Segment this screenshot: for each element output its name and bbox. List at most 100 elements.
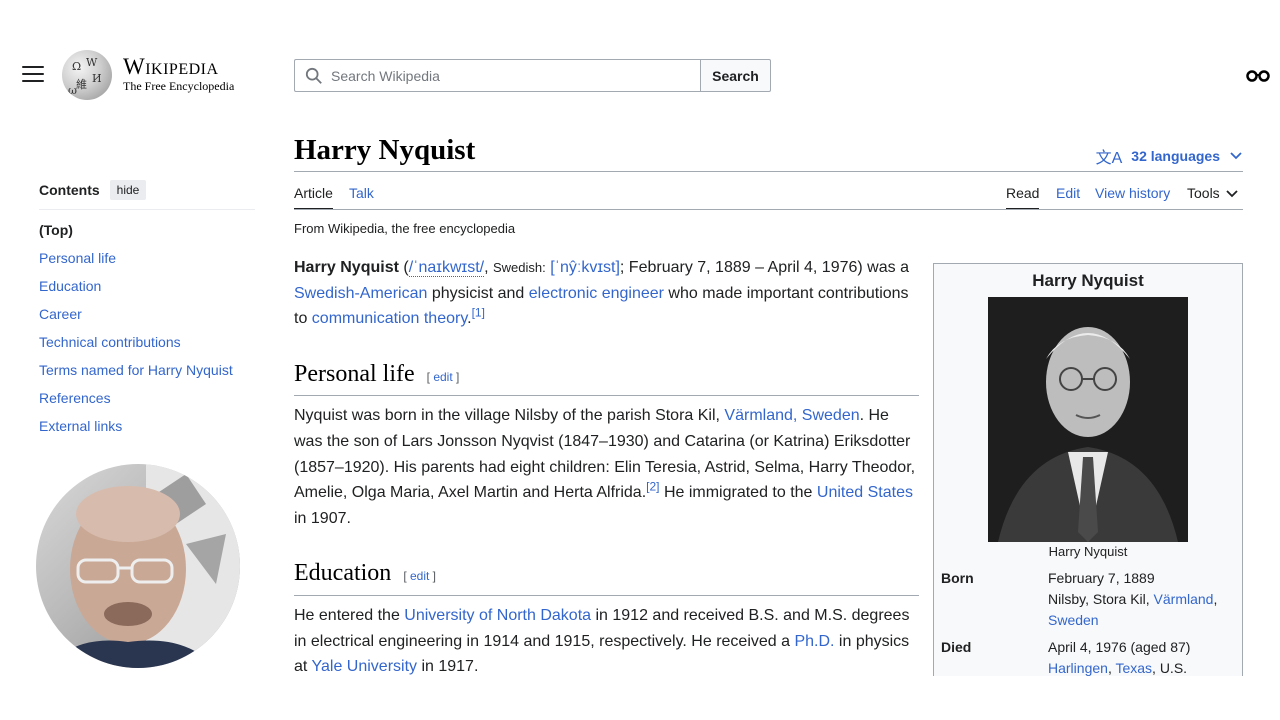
swedish-label: Swedish: [493, 260, 546, 275]
edit-section-personal-life[interactable]: [ edit ] [427, 365, 460, 391]
presenter-face-image [46, 464, 240, 668]
died-date: April 4, 1976 (aged 87) [1048, 639, 1191, 655]
toc-item-references[interactable]: References [39, 389, 255, 417]
tab-article[interactable]: Article [294, 185, 333, 210]
infobox-title: Harry Nyquist [1032, 271, 1144, 290]
died-value: April 4, 1976 (aged 87) Harlingen, Texas… [1048, 637, 1237, 676]
link-swedish-american[interactable]: Swedish-American [294, 285, 427, 302]
subject-name: Harry Nyquist [294, 259, 399, 276]
text: ; February 7, 1889 – April 4, 1976) was … [619, 259, 909, 276]
text: , U.S. [1152, 660, 1188, 676]
chevron-down-icon [1230, 152, 1242, 160]
born-label: Born [941, 570, 974, 586]
toc-item-technical-contributions[interactable]: Technical contributions [39, 333, 255, 361]
ipa-swedish-link[interactable]: [ˈnŷːkvɪst] [550, 259, 620, 276]
text: , [484, 259, 493, 276]
toc-item-career[interactable]: Career [39, 305, 255, 333]
toc-item-education[interactable]: Education [39, 277, 255, 305]
personal-life-paragraph: Nyquist was born in the village Nilsby o… [294, 403, 919, 531]
link-sweden[interactable]: Sweden [1048, 612, 1099, 628]
toc-title: Contents [39, 182, 100, 198]
page-tabs: Article Talk Read Edit View history Tool… [294, 184, 1243, 210]
text: in 1917. [417, 658, 479, 676]
reference-1[interactable]: [1] [472, 306, 485, 320]
portrait-photo [988, 297, 1188, 542]
languages-button[interactable]: 文A 32 languages [1096, 144, 1242, 168]
search-field[interactable] [294, 59, 700, 92]
portrait-image[interactable] [988, 297, 1188, 542]
tab-view-history[interactable]: View history [1095, 185, 1170, 210]
search-icon [305, 67, 322, 84]
died-label: Died [941, 639, 972, 655]
education-paragraph: He entered the University of North Dakot… [294, 603, 919, 676]
wikipedia-wordmark[interactable]: Wikipedia The Free Encyclopedia [123, 54, 235, 94]
tab-talk[interactable]: Talk [349, 185, 374, 210]
section-personal-life-heading: Personal life [ edit ] [294, 360, 919, 397]
tab-read[interactable]: Read [1006, 185, 1040, 210]
text: He immigrated to the [659, 484, 817, 502]
toc-item-external-links[interactable]: External links [39, 417, 255, 445]
infobox-row-died: Died April 4, 1976 (aged 87) Harlingen, … [941, 637, 1237, 676]
text: in 1907. [294, 509, 351, 527]
tab-edit[interactable]: Edit [1056, 185, 1080, 210]
link-phd[interactable]: Ph.D. [794, 633, 834, 650]
link-electronic-engineer[interactable]: electronic engineer [529, 285, 664, 302]
search-input[interactable] [331, 67, 691, 84]
edit-section-education[interactable]: [ edit ] [403, 564, 436, 590]
webcam-overlay [36, 464, 240, 668]
text: , [1213, 591, 1218, 607]
link-yale-university[interactable]: Yale University [312, 658, 418, 675]
toc-item-terms-named[interactable]: Terms named for Harry Nyquist [39, 361, 255, 389]
title-divider [294, 171, 1243, 172]
heading-personal-life: Personal life [294, 360, 415, 387]
born-date: February 7, 1889 [1048, 570, 1155, 586]
born-value: February 7, 1889 Nilsby, Stora Kil, Värm… [1048, 568, 1237, 631]
edit-link[interactable]: edit [410, 569, 429, 583]
chevron-down-icon [1226, 190, 1238, 198]
search-button[interactable]: Search [700, 59, 771, 92]
reference-2[interactable]: [2] [646, 480, 659, 494]
ipa-link[interactable]: /ˈnaɪkwɪst/ [408, 259, 485, 277]
link-varmland-sweden[interactable]: Värmland, Sweden [724, 407, 859, 424]
tools-menu[interactable]: Tools [1187, 185, 1238, 210]
text: Nilsby, Stora Kil, [1048, 591, 1154, 607]
main-menu-button[interactable] [22, 66, 44, 84]
toc-hide-button[interactable]: hide [109, 180, 147, 200]
search-form: Search [294, 59, 771, 92]
article-body: Harry Nyquist (/ˈnaɪkwɪst/, Swedish: [ˈn… [294, 255, 919, 676]
link-communication-theory[interactable]: communication theory [312, 310, 467, 327]
intro-paragraph: Harry Nyquist (/ˈnaɪkwɪst/, Swedish: [ˈn… [294, 255, 919, 332]
wordmark-text: Wikipedia [123, 54, 219, 79]
link-united-states[interactable]: United States [817, 484, 913, 501]
tools-label: Tools [1187, 185, 1220, 201]
died-place: Harlingen, Texas, U.S. [1048, 658, 1237, 676]
link-university-north-dakota[interactable]: University of North Dakota [404, 607, 591, 624]
reading-preferences-glasses-icon[interactable] [1246, 67, 1270, 83]
edit-link[interactable]: edit [433, 370, 452, 384]
site-subtitle: From Wikipedia, the free encyclopedia [294, 221, 516, 236]
infobox-row-born: Born February 7, 1889 Nilsby, Stora Kil,… [941, 568, 1237, 631]
link-varmland[interactable]: Värmland [1154, 591, 1214, 607]
wikipedia-globe-logo[interactable]: Ω W И 維 ω [62, 50, 112, 100]
tabs-divider [294, 209, 1243, 210]
link-texas[interactable]: Texas [1115, 660, 1152, 676]
born-place: Nilsby, Stora Kil, Värmland, Sweden [1048, 589, 1237, 631]
toc-item-personal-life[interactable]: Personal life [39, 249, 255, 277]
link-harlingen[interactable]: Harlingen [1048, 660, 1108, 676]
toc-item-top[interactable]: (Top) [39, 221, 255, 249]
page-title: Harry Nyquist [294, 134, 476, 166]
tagline: The Free Encyclopedia [123, 79, 235, 93]
infobox: Harry Nyquist Harry Nyquist Born Februar… [933, 263, 1243, 676]
text: physicist and [427, 284, 529, 302]
toc-list: (Top) Personal life Education Career Tec… [39, 221, 255, 445]
toc-header: Contents hide [39, 180, 255, 210]
section-education-heading: Education [ edit ] [294, 561, 919, 596]
text: He entered the [294, 606, 405, 624]
languages-label: 32 languages [1131, 148, 1220, 164]
portrait-caption: Harry Nyquist [1048, 544, 1128, 559]
heading-education: Education [294, 560, 392, 587]
text: Nyquist was born in the village Nilsby o… [294, 407, 725, 425]
text: ( [398, 259, 409, 276]
table-of-contents: Contents hide (Top) Personal life Educat… [39, 180, 255, 445]
translate-icon: 文A [1095, 150, 1123, 167]
